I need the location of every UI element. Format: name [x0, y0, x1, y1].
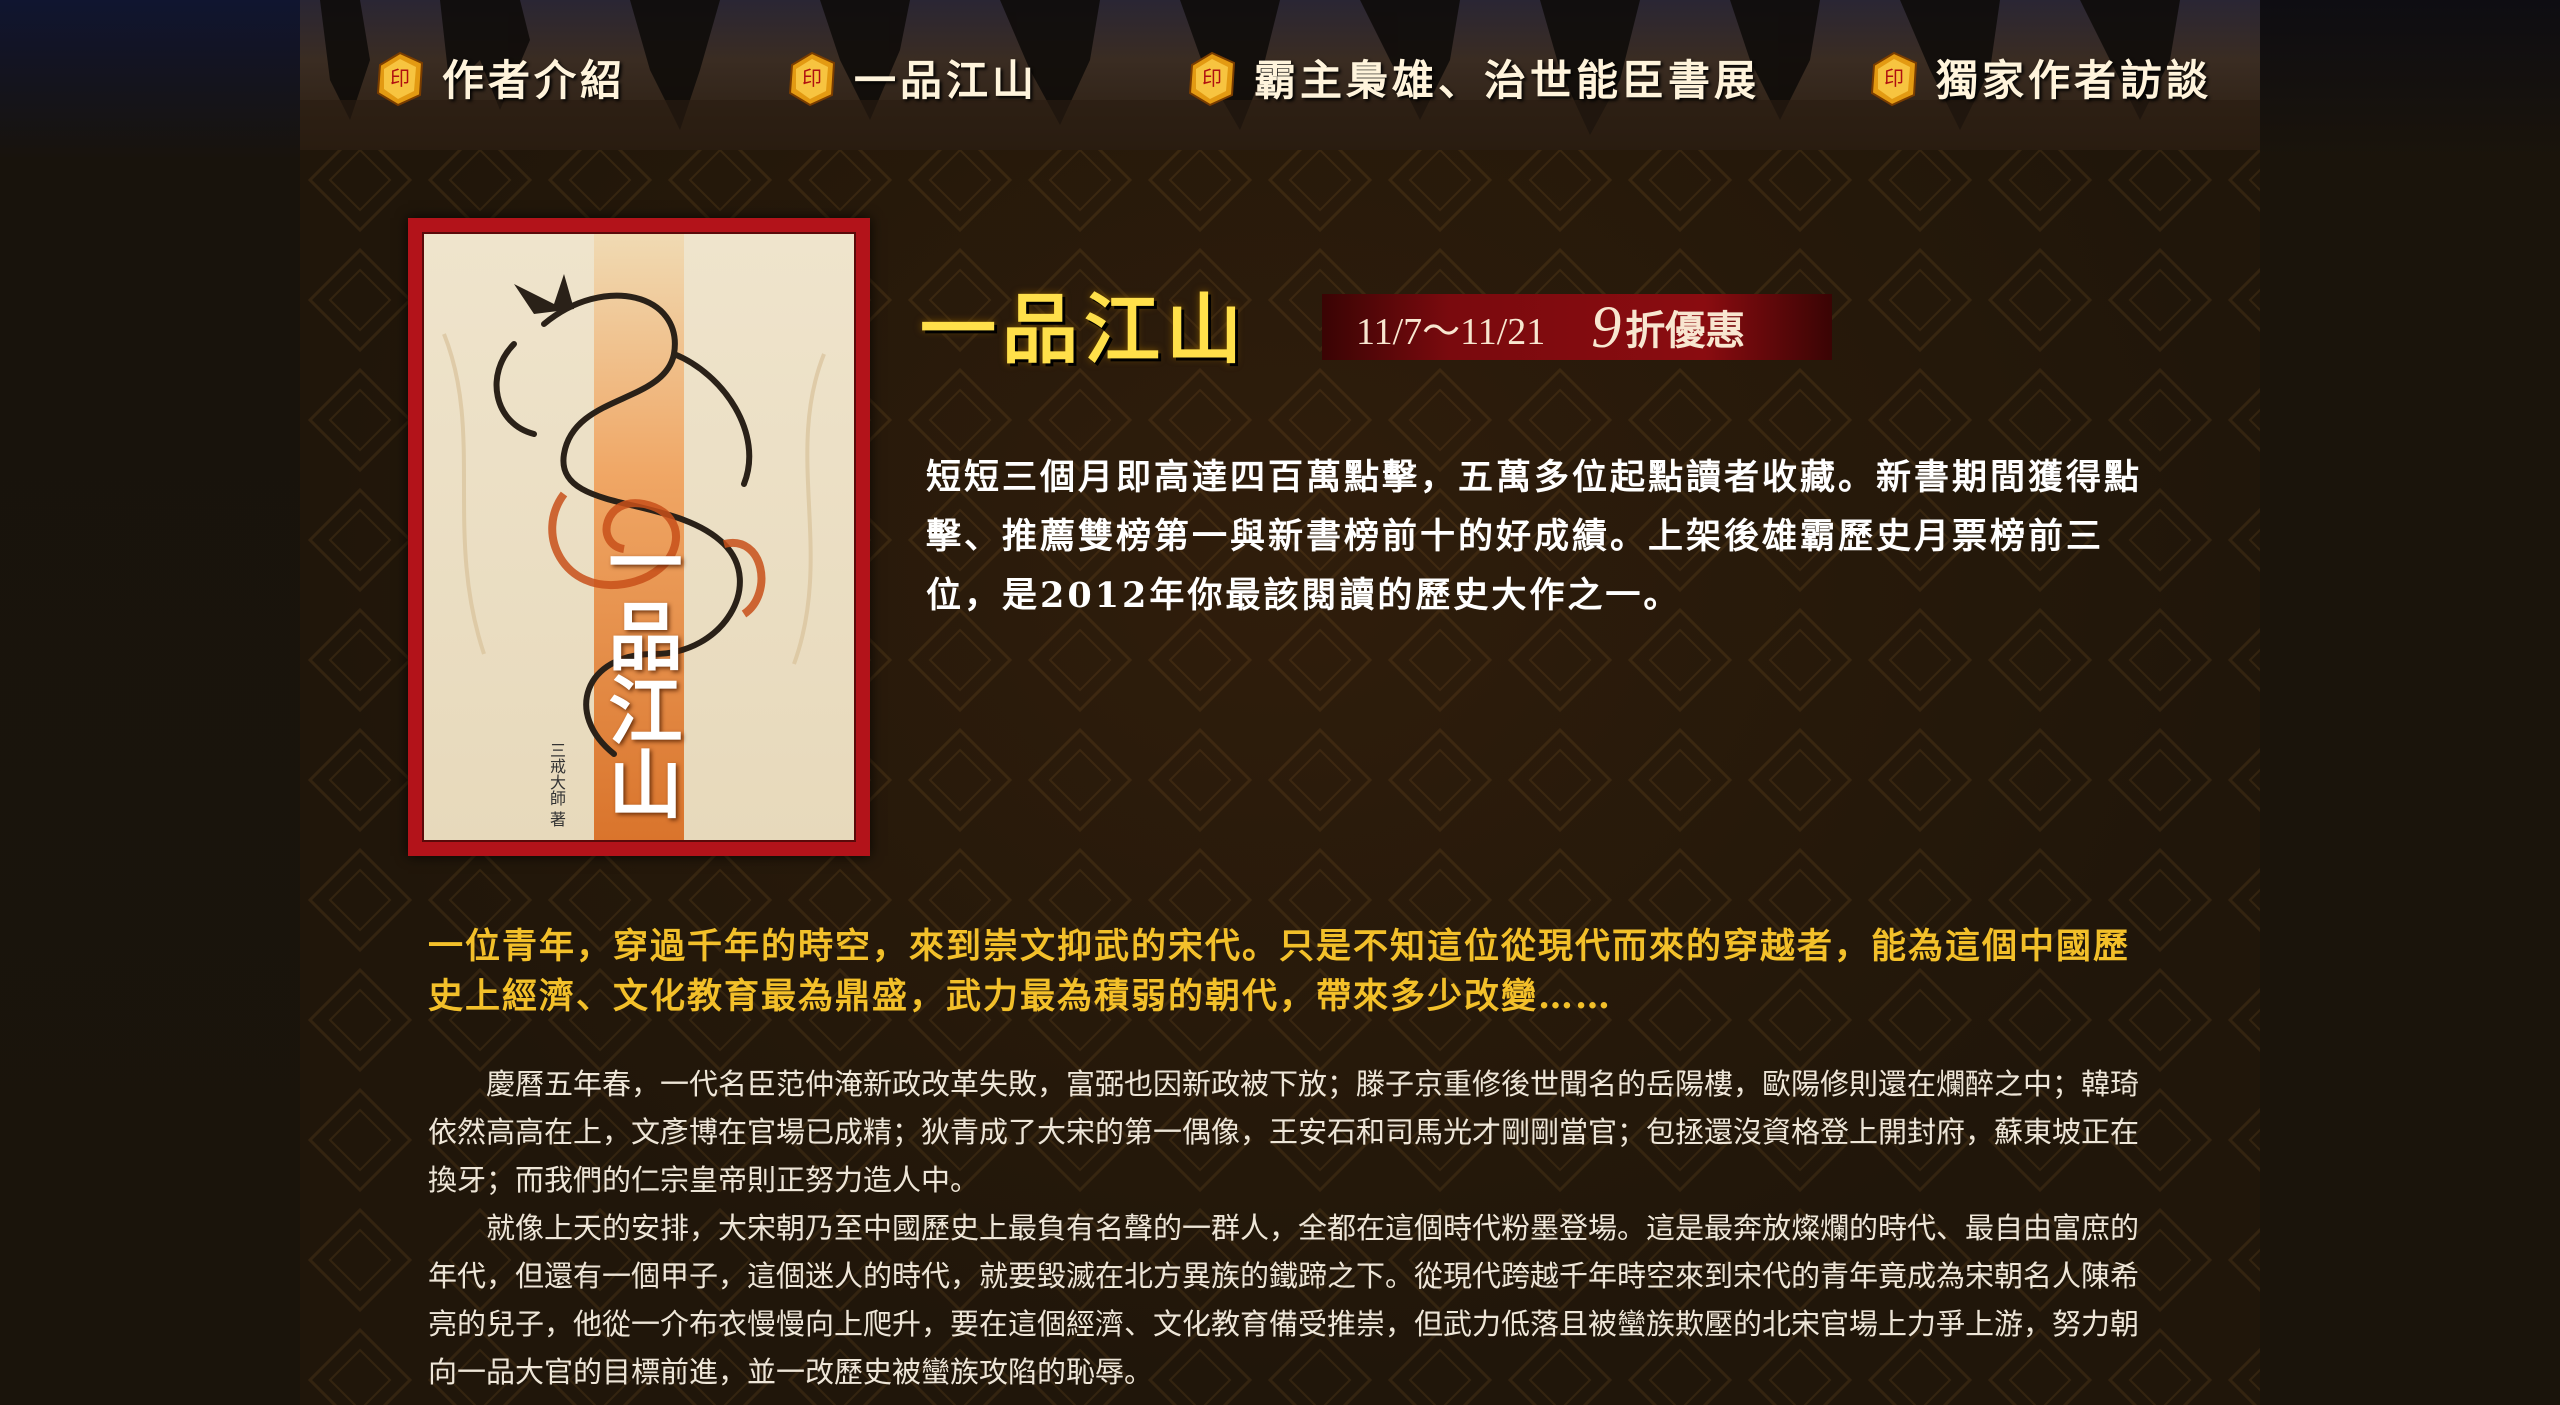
right-margin [2260, 0, 2560, 1405]
book-synopsis: 慶曆五年春，一代名臣范仲淹新政改革失敗，富弼也因新政被下放；滕子京重修後世聞名的… [428, 1060, 2146, 1396]
seal-icon: 印 [1866, 47, 1922, 107]
svg-text:印: 印 [1202, 66, 1222, 90]
promo-discount-label: 折優惠 [1625, 307, 1746, 354]
book-cover[interactable]: 一品江山 三戒大師 著 [408, 218, 870, 856]
svg-text:印: 印 [1884, 66, 1904, 90]
main-content: 印 作者介紹 印 一品江山 印 霸主梟雄、治世能臣書展 印 獨家作者訪談 一品江… [300, 0, 2260, 1405]
promo-date: 11/7～11/21 [1356, 310, 1546, 353]
cover-title: 一品江山 [596, 524, 682, 820]
seal-icon: 印 [372, 47, 428, 107]
svg-text:印: 印 [802, 66, 822, 90]
promo-discount: 9 [1591, 293, 1622, 360]
promo-banner: 11/7～11/21 9 折優惠 [1322, 294, 1832, 360]
nav-label: 作者介紹 [442, 55, 627, 105]
seal-icon: 印 [784, 47, 840, 107]
nav-label: 一品江山 [854, 55, 1039, 105]
page: 印 作者介紹 印 一品江山 印 霸主梟雄、治世能臣書展 印 獨家作者訪談 一品江… [0, 0, 2560, 1405]
nav-item-interview[interactable]: 印 獨家作者訪談 [1866, 44, 2212, 110]
synopsis-paragraph: 就像上天的安排，大宋朝乃至中國歷史上最負有名聲的一群人，全都在這個時代粉墨登場。… [428, 1211, 2140, 1389]
book-cover-image: 一品江山 三戒大師 著 [422, 232, 856, 842]
synopsis-paragraph: 慶曆五年春，一代名臣范仲淹新政改革失敗，富弼也因新政被下放；滕子京重修後世聞名的… [428, 1067, 2140, 1197]
nav-item-author[interactable]: 印 作者介紹 [372, 44, 626, 110]
nav-item-exhibition[interactable]: 印 霸主梟雄、治世能臣書展 [1184, 44, 1760, 110]
header-banner: 印 作者介紹 印 一品江山 印 霸主梟雄、治世能臣書展 印 獨家作者訪談 [300, 0, 2260, 150]
book-title: 一品江山 [920, 285, 1248, 374]
nav-label: 霸主梟雄、治世能臣書展 [1254, 55, 1761, 105]
nav-item-book[interactable]: 印 一品江山 [784, 44, 1038, 110]
seal-icon: 印 [1184, 47, 1240, 107]
cover-author: 三戒大師 著 [547, 742, 566, 828]
nav-label: 獨家作者訪談 [1936, 55, 2213, 105]
left-margin [0, 0, 300, 1405]
book-intro: 短短三個月即高達四百萬點擊，五萬多位起點讀者收藏。新書期間獲得點擊、推薦雙榜第一… [926, 457, 2143, 616]
svg-text:印: 印 [390, 66, 410, 90]
book-teaser: 一位青年，穿過千年的時空，來到崇文抑武的宋代。只是不知這位從現代而來的穿越者，能… [428, 926, 2131, 1017]
